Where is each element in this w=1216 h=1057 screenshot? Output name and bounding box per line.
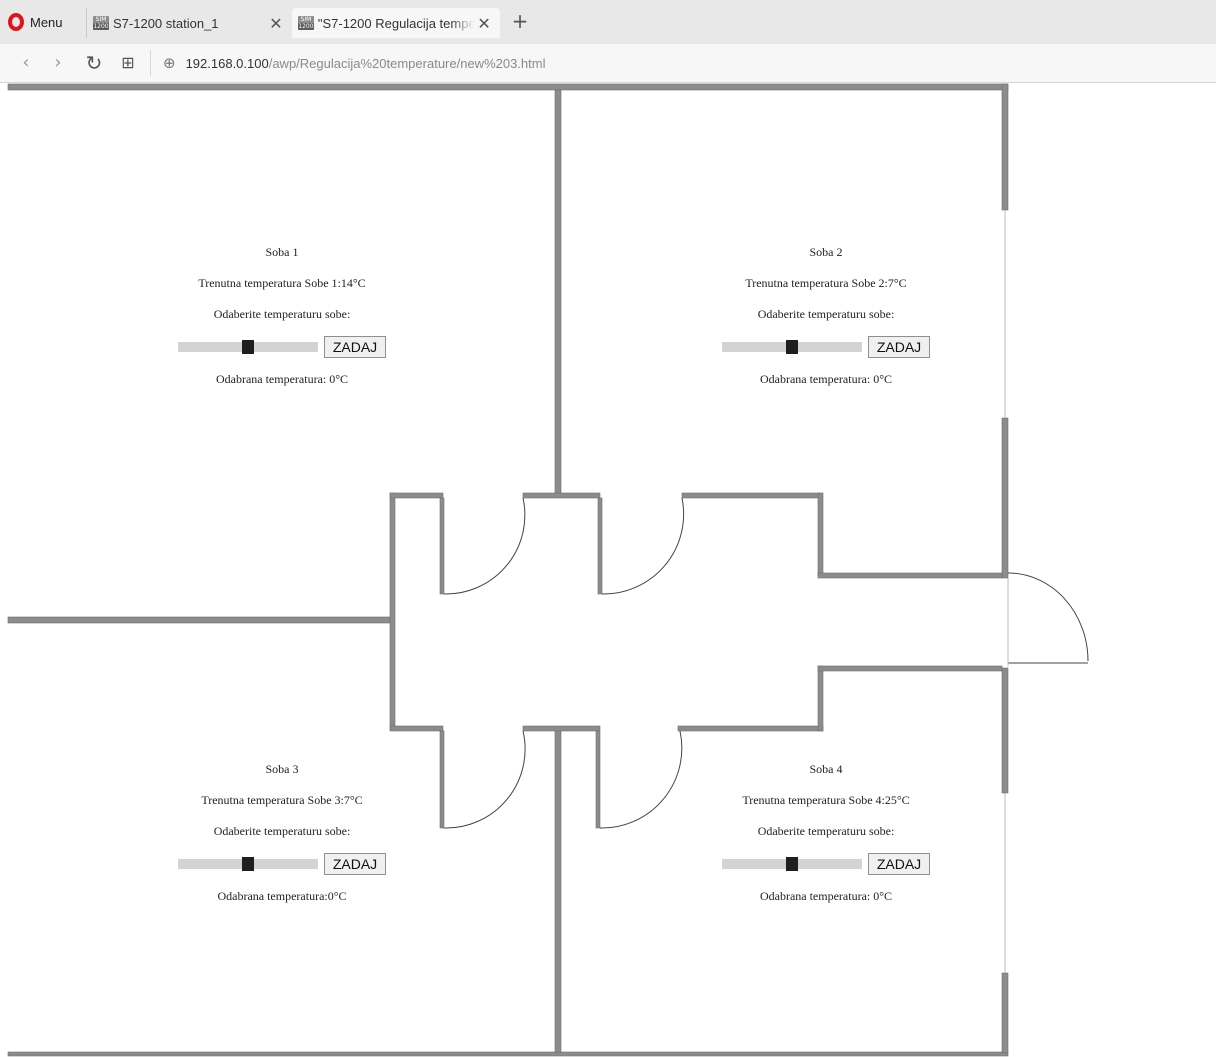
temperature-prompt: Odaberite temperaturu sobe: — [757, 824, 895, 838]
corridor-ext-bot — [817, 665, 1003, 672]
grid-icon[interactable]: ⊞ — [116, 51, 140, 75]
room-panel-soba-4: Soba 4 Trenutna temperatura Sobe 4:25°C … — [686, 754, 966, 912]
corridor-bot-3 — [677, 725, 824, 732]
tab-title: "S7-1200 Regulacija tempe — [317, 15, 475, 31]
corridor-bot-2 — [522, 725, 601, 732]
current-temperature: Trenutna temperatura Sobe 2:7°C — [745, 276, 907, 290]
slider-thumb[interactable] — [241, 857, 254, 871]
reload-icon[interactable]: ↻ — [82, 51, 106, 75]
wall-right-4 — [1001, 972, 1009, 1054]
corridor-top-2 — [522, 492, 601, 499]
corridor-step-bot — [817, 665, 824, 732]
temperature-slider[interactable] — [177, 857, 318, 871]
url-path: /awp/Regulacija%20temperature/new%203.ht… — [268, 55, 546, 71]
opera-logo-icon — [8, 13, 24, 31]
chevron-right-icon[interactable]: › — [46, 51, 70, 75]
selected-temperature: Odabrana temperatura:0°C — [217, 889, 347, 903]
corridor-left-wall — [389, 492, 396, 730]
url-input[interactable]: ⊕ 192.168.0.100/awp/Regulacija%20tempera… — [150, 50, 1216, 76]
room-title: Soba 2 — [809, 245, 843, 259]
corridor-bot-1 — [389, 725, 444, 732]
wall-bottom — [7, 1051, 1009, 1057]
slider-thumb[interactable] — [241, 340, 254, 354]
zadaj-button[interactable]: ZADAJ — [867, 336, 931, 358]
wall-top — [7, 83, 1009, 91]
current-temperature: Trenutna temperatura Sobe 3:7°C — [201, 793, 363, 807]
wall-right-3 — [1001, 667, 1009, 794]
chevron-left-icon[interactable]: ‹ — [14, 51, 38, 75]
temperature-prompt: Odaberite temperaturu sobe: — [757, 307, 895, 321]
entrance-door-swing — [1007, 572, 1089, 662]
url-text: 192.168.0.100/awp/Regulacija%20temperatu… — [186, 56, 546, 71]
tab-title: S7-1200 station_1 — [113, 15, 219, 31]
tab-bar: Menu SIM 1200 S7-1200 station_1 ✕ SIM 12… — [0, 0, 1216, 44]
room-title: Soba 1 — [265, 245, 299, 259]
room-panel-soba-3: Soba 3 Trenutna temperatura Sobe 3:7°C O… — [142, 754, 422, 912]
temperature-prompt: Odaberite temperaturu sobe: — [213, 824, 351, 838]
current-temperature: Trenutna temperatura Sobe 1:14°C — [198, 276, 366, 290]
temperature-slider[interactable] — [721, 340, 862, 354]
wall-center-lower — [554, 727, 562, 1053]
temperature-slider[interactable] — [721, 857, 862, 871]
corridor-top-1 — [389, 492, 444, 499]
wall-right-1 — [1001, 83, 1009, 211]
room-title: Soba 3 — [265, 762, 299, 776]
close-icon[interactable]: ✕ — [474, 14, 494, 33]
corridor-top-3 — [681, 492, 821, 499]
zadaj-button[interactable]: ZADAJ — [323, 336, 387, 358]
corridor-ext-top — [817, 572, 1003, 579]
corridor-step-top — [817, 492, 824, 577]
sim-1200-favicon-icon: SIM 1200 — [298, 16, 314, 30]
wall-right-2 — [1001, 417, 1009, 579]
room-panel-soba-1: Soba 1 Trenutna temperatura Sobe 1:14°C … — [142, 237, 422, 395]
temperature-controls: ZADAJ — [686, 330, 966, 364]
menu-label: Menu — [30, 14, 63, 30]
selected-temperature: Odabrana temperatura: 0°C — [759, 889, 893, 903]
opera-menu-button[interactable]: Menu — [8, 10, 63, 34]
tab-s7-1200-station[interactable]: SIM 1200 S7-1200 station_1 ✕ — [86, 8, 292, 38]
url-host: 192.168.0.100 — [185, 55, 269, 71]
temperature-controls: ZADAJ — [142, 330, 422, 364]
slider-thumb[interactable] — [785, 857, 798, 871]
door-swing-3 — [443, 730, 526, 829]
room-panel-soba-2: Soba 2 Trenutna temperatura Sobe 2:7°C O… — [686, 237, 966, 395]
slider-thumb[interactable] — [785, 340, 798, 354]
temperature-controls: ZADAJ — [142, 847, 422, 881]
plus-icon[interactable]: + — [508, 10, 532, 34]
sim-1200-favicon-icon: SIM 1200 — [93, 16, 109, 30]
wall-left-divider — [7, 616, 393, 624]
globe-icon[interactable]: ⊕ — [163, 54, 176, 72]
door-swing-1 — [443, 497, 526, 595]
page-content: Soba 1 Trenutna temperatura Sobe 1:14°C … — [0, 83, 1216, 1057]
temperature-prompt: Odaberite temperaturu sobe: — [213, 307, 351, 321]
selected-temperature: Odabrana temperatura: 0°C — [759, 372, 893, 386]
address-bar: ‹ › ↻ ⊞ ⊕ 192.168.0.100/awp/Regulacija%2… — [0, 44, 1216, 83]
zadaj-button[interactable]: ZADAJ — [323, 853, 387, 875]
wall-center-upper — [554, 89, 562, 495]
zadaj-button[interactable]: ZADAJ — [867, 853, 931, 875]
selected-temperature: Odabrana temperatura: 0°C — [215, 372, 349, 386]
room-title: Soba 4 — [809, 762, 843, 776]
door-swing-2 — [601, 497, 685, 595]
current-temperature: Trenutna temperatura Sobe 4:25°C — [742, 793, 910, 807]
temperature-controls: ZADAJ — [686, 847, 966, 881]
close-icon[interactable]: ✕ — [266, 14, 286, 33]
door-swing-4 — [599, 730, 683, 829]
browser-window: Menu SIM 1200 S7-1200 station_1 ✕ SIM 12… — [0, 0, 1216, 1057]
tab-regulacija-temperature[interactable]: SIM 1200 "S7-1200 Regulacija tempe ✕ — [292, 8, 500, 38]
temperature-slider[interactable] — [177, 340, 318, 354]
